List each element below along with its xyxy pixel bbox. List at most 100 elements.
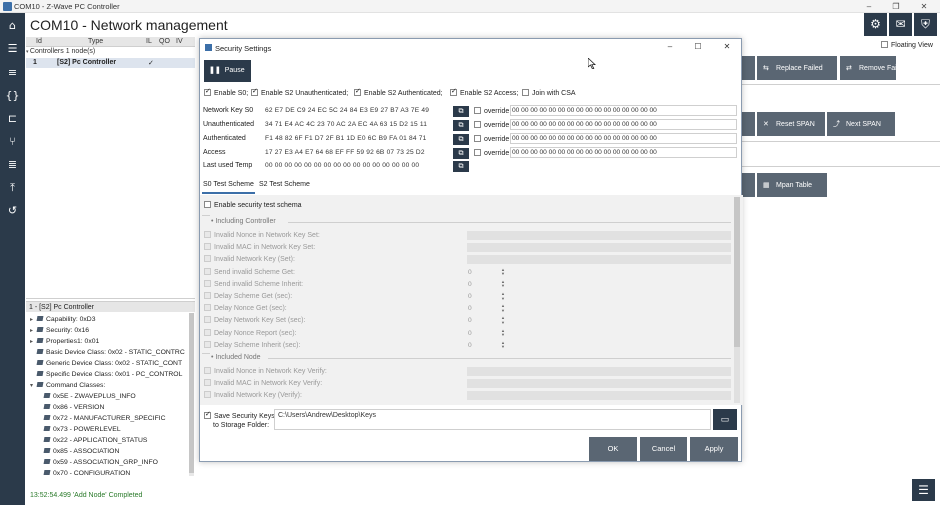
schema-option-checkbox[interactable] (204, 379, 211, 387)
next-span-button[interactable]: ⤴ Next SPAN (827, 112, 895, 136)
schema-value-spinner[interactable]: 0 ▲ ▼ (467, 291, 505, 301)
enable-s0-option[interactable]: Enable S0; (204, 87, 248, 97)
cancel-button[interactable]: Cancel (640, 437, 687, 461)
property-item[interactable]: ▸ Capability: 0xD3 (30, 316, 96, 323)
override-access[interactable]: override (474, 149, 509, 157)
schema-option-checkbox[interactable] (204, 267, 211, 275)
override-unauth[interactable]: override (474, 121, 509, 129)
override-s0-checkbox[interactable] (474, 107, 481, 114)
schema-option[interactable]: Delay Nonce Report (sec): (204, 328, 296, 337)
column-header-iv[interactable]: IV (176, 38, 183, 45)
list-icon[interactable]: ≣ (5, 157, 20, 172)
schema-option-checkbox[interactable] (204, 279, 211, 287)
override-unauth-checkbox[interactable] (474, 121, 481, 128)
schema-option[interactable]: Invalid Nonce in Network Key Set: (204, 231, 320, 239)
property-item[interactable]: Specific Device Class: 0x01 - PC_CONTROL (30, 371, 182, 378)
column-header-qo[interactable]: QO (159, 38, 170, 45)
command-class-item[interactable]: 0x70 - CONFIGURATION (43, 470, 130, 476)
schema-option-checkbox[interactable] (204, 304, 211, 312)
command-class-item[interactable]: 0x59 - ASSOCIATION_GRP_INFO (43, 459, 158, 466)
floating-view-toggle[interactable]: Floating View (881, 41, 933, 49)
copy-key-temp-button[interactable]: ⧉ (453, 161, 469, 172)
settings-button[interactable]: ⚙ (864, 13, 887, 36)
apply-button[interactable]: Apply (690, 437, 738, 461)
schema-option[interactable]: Delay Scheme Inherit (sec): (204, 340, 300, 349)
hidden-action-button-2[interactable] (740, 112, 755, 136)
hidden-action-button[interactable] (740, 56, 755, 80)
copy-key-unauth-button[interactable]: ⧉ (453, 120, 469, 131)
override-auth-checkbox[interactable] (474, 135, 481, 142)
copy-key-s0-button[interactable]: ⧉ (453, 106, 469, 117)
network-icon[interactable]: ☰ (5, 41, 20, 56)
schema-option-checkbox[interactable] (204, 316, 211, 324)
enable-s2-access-option[interactable]: Enable S2 Access; (450, 87, 518, 97)
command-class-item[interactable]: 0x86 - VERSION (43, 404, 104, 411)
tab-s2-test-scheme[interactable]: S2 Test Scheme (259, 181, 310, 188)
command-class-item[interactable]: 0x73 - POWERLEVEL (43, 426, 121, 433)
schema-option-checkbox[interactable] (204, 340, 211, 348)
storage-folder-input[interactable]: C:\Users\Andrew\Desktop\Keys (274, 409, 711, 430)
key-value-unauth[interactable]: 34 71 E4 AC 4C 23 70 AC 2A EC 4A 63 15 D… (265, 121, 427, 128)
reset-span-button[interactable]: ✕ Reset SPAN (757, 112, 825, 136)
override-access-input[interactable]: 00 00 00 00 00 00 00 00 00 00 00 00 00 0… (510, 147, 737, 158)
property-item[interactable]: Basic Device Class: 0x02 - STATIC_CONTRC (30, 349, 185, 356)
schema-value-input[interactable] (467, 231, 731, 240)
command-classes-icon[interactable]: {} (5, 88, 20, 103)
override-s0-input[interactable]: 00 00 00 00 00 00 00 00 00 00 00 00 00 0… (510, 105, 737, 116)
spinner-arrows-icon[interactable]: ▲ ▼ (501, 303, 505, 313)
spinner-arrows-icon[interactable]: ▲ ▼ (501, 291, 505, 301)
property-item[interactable]: ▾ Command Classes: (30, 382, 105, 389)
command-class-item[interactable]: 0x5E - ZWAVEPLUS_INFO (43, 393, 136, 400)
mail-button[interactable]: ✉ (889, 13, 912, 36)
close-button[interactable]: ✕ (917, 1, 931, 12)
schema-value-spinner[interactable]: 0 ▲ ▼ (467, 328, 505, 338)
schema-option-checkbox[interactable] (204, 231, 211, 238)
schema-option-checkbox[interactable] (204, 328, 211, 336)
schema-value-input[interactable] (467, 255, 731, 265)
remove-failed-button[interactable]: ⇄ Remove Failed (840, 56, 906, 80)
schema-value-input[interactable] (467, 379, 731, 389)
spinner-arrows-icon[interactable]: ▲ ▼ (501, 279, 505, 289)
schema-value-input[interactable] (467, 367, 731, 376)
copy-key-auth-button[interactable]: ⧉ (453, 134, 469, 145)
column-header-type[interactable]: Type (88, 38, 103, 45)
schema-option[interactable]: Invalid Network Key (Verify): (204, 391, 302, 399)
schema-scrollbar[interactable] (734, 197, 740, 403)
mpan-table-button[interactable]: ▦ Mpan Table (757, 173, 827, 197)
join-csa-checkbox[interactable] (522, 89, 529, 96)
schema-value-spinner[interactable]: 0 ▲ ▼ (467, 316, 505, 325)
dialog-close-button[interactable]: ✕ (720, 41, 734, 53)
table-row[interactable]: 1 [S2] Pc Controller ✓ (26, 58, 195, 68)
column-header-il[interactable]: IL (146, 38, 152, 45)
command-class-item[interactable]: 0x85 - ASSOCIATION (43, 448, 119, 455)
save-keys-checkbox[interactable] (204, 410, 211, 419)
enable-s2-access-checkbox[interactable] (450, 87, 457, 96)
table-group[interactable]: ▾ Controllers 1 node(s) (26, 48, 95, 55)
key-value-access[interactable]: 17 27 E3 A4 E7 64 68 EF FF 59 92 6B 07 7… (265, 149, 425, 156)
restore-button[interactable]: ❐ (889, 1, 903, 12)
routing-icon[interactable]: ⑂ (5, 134, 20, 149)
log-icon[interactable]: ≡ (5, 65, 20, 80)
hidden-action-button-3[interactable] (740, 173, 755, 197)
enable-schema-option[interactable]: Enable security test schema (204, 201, 302, 209)
dialog-minimize-button[interactable]: – (663, 41, 677, 53)
spinner-arrows-icon[interactable]: ▲ ▼ (501, 267, 505, 277)
dialog-maximize-button[interactable]: ☐ (691, 41, 705, 53)
override-access-checkbox[interactable] (474, 149, 481, 156)
spinner-arrows-icon[interactable]: ▲ ▼ (501, 316, 505, 325)
security-button[interactable]: ⛨ (914, 13, 937, 36)
schema-option-checkbox[interactable] (204, 243, 211, 251)
replace-failed-button[interactable]: ⇆ Replace Failed (757, 56, 837, 80)
upload-icon[interactable]: ⤒ (5, 180, 20, 195)
enable-s2-unauth-checkbox[interactable] (251, 87, 258, 96)
schema-option[interactable]: Delay Network Key Set (sec): (204, 316, 305, 324)
tree-scrollbar[interactable] (189, 313, 194, 476)
override-unauth-input[interactable]: 00 00 00 00 00 00 00 00 00 00 00 00 00 0… (510, 119, 737, 130)
override-auth[interactable]: override (474, 135, 509, 143)
key-value-temp[interactable]: 00 00 00 00 00 00 00 00 00 00 00 00 00 0… (265, 162, 419, 169)
schema-option-checkbox[interactable] (204, 292, 211, 299)
schema-option[interactable]: Send invalid Scheme Inherit: (204, 279, 303, 288)
schema-option[interactable]: Invalid MAC in Network Key Verify: (204, 379, 322, 387)
schema-option[interactable]: Delay Nonce Get (sec): (204, 304, 287, 312)
home-icon[interactable]: ⌂ (5, 18, 20, 33)
